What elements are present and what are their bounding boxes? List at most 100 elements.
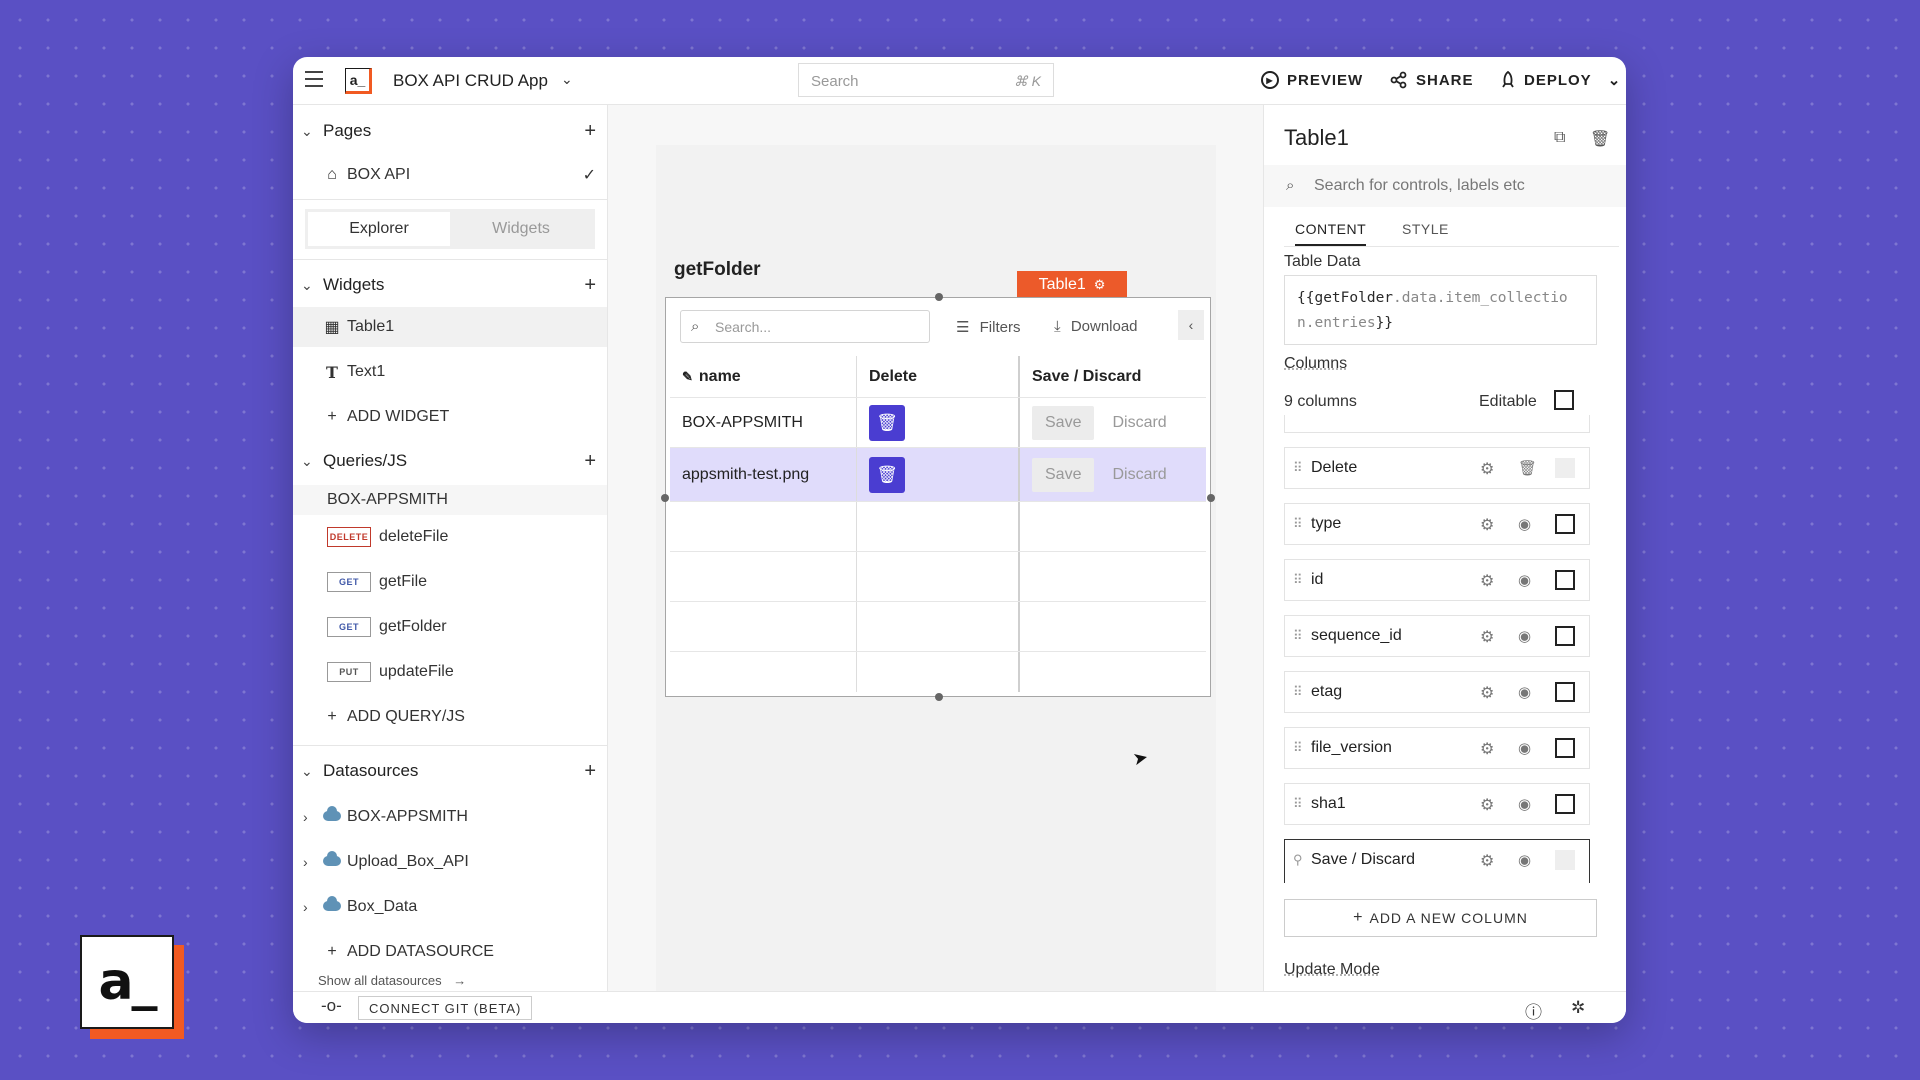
datasource-item-box-appsmith[interactable]: › BOX-APPSMITH xyxy=(293,797,607,837)
editor-canvas[interactable]: getFolder Table1 ⚙ ⌕ Search... ☰ Filters xyxy=(608,105,1564,991)
datasource-item-box-data[interactable]: › Box_Data xyxy=(293,887,607,927)
chevron-down-icon[interactable]: ⌄ xyxy=(301,277,313,294)
query-item-deletefile[interactable]: DELETE deleteFile xyxy=(293,517,607,557)
column-row-type[interactable]: ⠿ type ⚙ ◉ xyxy=(1284,503,1590,545)
eye-icon[interactable]: ◉ xyxy=(1518,515,1531,533)
table-row[interactable]: appsmith-test.png 🗑 Save Discard xyxy=(670,448,1206,502)
download-button[interactable]: ⤓ Download xyxy=(1054,318,1138,335)
discard-row-button[interactable]: Discard xyxy=(1112,414,1166,432)
drag-handle-icon[interactable]: ⠿ xyxy=(1293,740,1302,756)
show-all-datasources-link[interactable]: Show all datasources → xyxy=(318,973,466,988)
global-search-input[interactable]: Search ⌘ K xyxy=(798,63,1054,97)
table-data-editor[interactable]: {{getFolder.data.item_collection.entries… xyxy=(1284,275,1597,345)
column-name-input[interactable]: Save / Discard xyxy=(1311,851,1415,869)
connect-git-button[interactable]: CONNECT GIT (BETA) xyxy=(358,996,533,1020)
tab-explorer[interactable]: Explorer xyxy=(308,212,450,246)
table-cell-name[interactable]: appsmith-test.png xyxy=(670,448,857,501)
tab-content[interactable]: CONTENT xyxy=(1295,221,1367,246)
property-pane-title[interactable]: Table1 xyxy=(1284,125,1349,151)
add-query-button[interactable]: + ADD QUERY/JS xyxy=(293,697,607,737)
query-item-getfile[interactable]: GET getFile xyxy=(293,562,607,602)
collapse-toolbar-button[interactable]: ‹ xyxy=(1178,310,1204,340)
pin-icon[interactable]: ⚲ xyxy=(1293,852,1303,868)
resize-handle-left[interactable] xyxy=(661,494,669,502)
menu-icon[interactable] xyxy=(305,71,323,87)
eye-icon[interactable]: ◉ xyxy=(1518,571,1531,589)
app-name[interactable]: BOX API CRUD App xyxy=(393,71,548,91)
query-item-getfolder[interactable]: GET getFolder xyxy=(293,607,607,647)
datasources-section-header[interactable]: ⌄ Datasources + xyxy=(293,751,607,791)
copy-icon[interactable]: ⧉ xyxy=(1554,129,1565,147)
getfolder-text-widget[interactable]: getFolder xyxy=(674,259,761,281)
query-group-box-appsmith[interactable]: BOX-APPSMITH xyxy=(293,485,607,515)
column-row-delete[interactable]: ⠿ Delete ⚙ 🗑 xyxy=(1284,447,1590,489)
drag-handle-icon[interactable]: ⠿ xyxy=(1293,460,1302,476)
query-item-updatefile[interactable]: PUT updateFile xyxy=(293,652,607,692)
column-editable-checkbox[interactable] xyxy=(1555,570,1575,590)
table-widget[interactable]: ⌕ Search... ☰ Filters ⤓ Download ‹ ✎ nam… xyxy=(661,293,1215,701)
save-row-button[interactable]: Save xyxy=(1032,405,1095,440)
tab-style[interactable]: STYLE xyxy=(1402,221,1449,237)
preview-button[interactable]: ▶ PREVIEW xyxy=(1261,71,1363,89)
add-page-icon[interactable]: + xyxy=(584,120,596,143)
add-datasource-button[interactable]: + ADD DATASOURCE xyxy=(293,932,607,972)
column-row-file-version[interactable]: ⠿ file_version ⚙ ◉ xyxy=(1284,727,1590,769)
column-row-sha1[interactable]: ⠿ sha1 ⚙ ◉ xyxy=(1284,783,1590,825)
column-row-save-discard[interactable]: ⚲ Save / Discard ⚙ ◉ xyxy=(1284,839,1590,883)
column-header-name[interactable]: ✎ name xyxy=(670,356,857,397)
widget-item-table1[interactable]: ▦ Table1 xyxy=(293,307,607,347)
selected-widget-tag[interactable]: Table1 ⚙ xyxy=(1017,271,1127,298)
column-editable-checkbox[interactable] xyxy=(1555,738,1575,758)
eye-icon[interactable]: ◉ xyxy=(1518,683,1531,701)
chevron-right-icon[interactable]: › xyxy=(303,899,308,915)
drag-handle-icon[interactable]: ⠿ xyxy=(1293,572,1302,588)
gear-icon[interactable]: ⚙ xyxy=(1480,795,1494,815)
chevron-right-icon[interactable]: › xyxy=(303,854,308,870)
drag-handle-icon[interactable]: ⠿ xyxy=(1293,516,1302,532)
column-editable-checkbox[interactable] xyxy=(1555,514,1575,534)
add-query-icon[interactable]: + xyxy=(584,450,596,473)
help-icon[interactable]: ⓘ xyxy=(1525,998,1542,1023)
delete-row-button[interactable]: 🗑 xyxy=(869,456,905,493)
chevron-down-icon[interactable]: ⌄ xyxy=(1608,71,1622,89)
pages-section-header[interactable]: ⌄ Pages + xyxy=(293,111,607,151)
column-header-delete[interactable]: Delete xyxy=(857,356,1020,397)
trash-icon[interactable]: 🗑 xyxy=(1518,459,1537,477)
widget-item-text1[interactable]: T Text1 xyxy=(293,352,607,392)
gear-icon[interactable]: ⚙ xyxy=(1480,571,1494,591)
property-search-input[interactable]: ⌕ Search for controls, labels etc xyxy=(1264,165,1626,207)
column-row-id[interactable]: ⠿ id ⚙ ◉ xyxy=(1284,559,1590,601)
column-header-save-discard[interactable]: Save / Discard xyxy=(1020,356,1206,397)
chevron-down-icon[interactable]: ⌄ xyxy=(301,763,313,780)
chevron-down-icon[interactable]: ⌄ xyxy=(301,453,313,470)
column-editable-checkbox[interactable] xyxy=(1555,682,1575,702)
column-editable-checkbox[interactable] xyxy=(1555,626,1575,646)
datasource-item-upload-box-api[interactable]: › Upload_Box_API xyxy=(293,842,607,882)
add-widget-icon[interactable]: + xyxy=(584,274,596,297)
table-row[interactable]: BOX-APPSMITH 🗑 Save Discard xyxy=(670,398,1206,448)
share-button[interactable]: SHARE xyxy=(1390,71,1474,89)
column-row-sequence-id[interactable]: ⠿ sequence_id ⚙ ◉ xyxy=(1284,615,1590,657)
trash-icon[interactable]: 🗑 xyxy=(1590,129,1610,149)
column-editable-checkbox[interactable] xyxy=(1555,794,1575,814)
eye-icon[interactable]: ◉ xyxy=(1518,739,1531,757)
drag-handle-icon[interactable]: ⠿ xyxy=(1293,684,1302,700)
eye-icon[interactable]: ◉ xyxy=(1518,851,1531,869)
gear-icon[interactable]: ⚙ xyxy=(1480,683,1494,703)
page-item-box-api[interactable]: ⌂ BOX API ✓ xyxy=(293,155,607,195)
add-new-column-button[interactable]: + ADD A NEW COLUMN xyxy=(1284,899,1597,937)
deploy-button[interactable]: DEPLOY ⌄ xyxy=(1500,71,1621,89)
widgets-section-header[interactable]: ⌄ Widgets + xyxy=(293,265,607,305)
add-widget-button[interactable]: + ADD WIDGET xyxy=(293,397,607,437)
tab-widgets[interactable]: Widgets xyxy=(450,212,592,246)
chevron-right-icon[interactable]: › xyxy=(303,809,308,825)
queries-section-header[interactable]: ⌄ Queries/JS + xyxy=(293,441,607,481)
drag-handle-icon[interactable]: ⠿ xyxy=(1293,796,1302,812)
gear-icon[interactable]: ⚙ xyxy=(1480,851,1494,871)
eye-icon[interactable]: ◉ xyxy=(1518,627,1531,645)
gear-icon[interactable]: ⚙ xyxy=(1480,627,1494,647)
delete-row-button[interactable]: 🗑 xyxy=(869,404,905,441)
eye-icon[interactable]: ◉ xyxy=(1518,795,1531,813)
gear-icon[interactable]: ⚙ xyxy=(1480,515,1494,535)
resize-handle-right[interactable] xyxy=(1207,494,1215,502)
